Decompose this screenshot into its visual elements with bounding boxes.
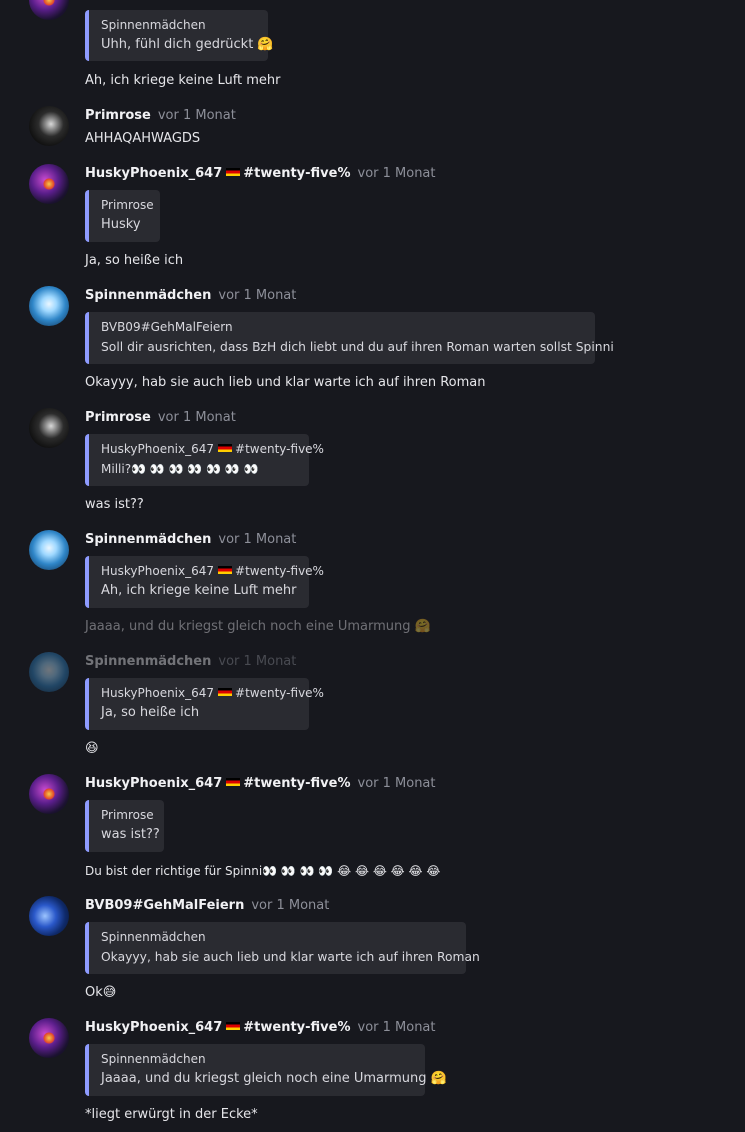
quote-author: Primrose xyxy=(101,808,154,822)
author-name[interactable]: HuskyPhoenix_647 xyxy=(85,776,222,791)
quote-author-name: HuskyPhoenix_647 xyxy=(101,442,215,456)
message-text: 😆 xyxy=(85,741,99,756)
quote-text: Ah, ich kriege keine Luft mehr xyxy=(101,583,297,598)
reply-quote[interactable]: HuskyPhoenix_647 #twenty-five% Milli?👀 👀 … xyxy=(85,434,324,486)
message-text: *liegt erwürgt in der Ecke* xyxy=(85,1107,258,1122)
message-header: Spinnenmädchen vor 1 Monat xyxy=(85,287,296,305)
quote-author-tag: #twenty-five% xyxy=(235,442,324,456)
message-text: AHHAQAHWAGDS xyxy=(85,131,201,146)
quote-author: Primrose xyxy=(101,198,154,212)
germany-flag-icon xyxy=(218,444,233,452)
quote-author-tag: #twenty-five% xyxy=(235,686,324,700)
timestamp: vor 1 Monat xyxy=(218,654,297,669)
avatar[interactable] xyxy=(29,286,69,326)
timestamp: vor 1 Monat xyxy=(218,532,297,547)
timestamp: vor 1 Monat xyxy=(218,288,297,303)
quote-author: HuskyPhoenix_647 #twenty-five% xyxy=(101,562,324,580)
avatar[interactable] xyxy=(29,164,69,204)
message-text: Du bist der richtige für Spinni👀 👀 👀 👀 😂… xyxy=(85,864,441,878)
author-name[interactable]: Spinnenmädchen xyxy=(85,288,211,303)
author-name[interactable]: HuskyPhoenix_647 xyxy=(85,166,222,181)
author-name[interactable]: HuskyPhoenix_647 xyxy=(85,1020,222,1035)
message-text: Jaaaa, und du kriegst gleich noch eine U… xyxy=(85,619,431,634)
timestamp: vor 1 Monat xyxy=(357,166,436,181)
message-header: HuskyPhoenix_647 #twenty-five% vor 1 Monat xyxy=(85,1019,436,1037)
author-name[interactable]: Primrose xyxy=(85,410,151,425)
author-tag: #twenty-five% xyxy=(243,166,351,181)
message-text: Okayyy, hab sie auch lieb und klar warte… xyxy=(85,375,486,390)
germany-flag-icon xyxy=(226,168,241,176)
quote-author: BVB09#GehMalFeiern xyxy=(101,320,233,334)
quote-text: was ist?? xyxy=(101,827,160,842)
message-header: Primrose vor 1 Monat xyxy=(85,107,236,125)
quote-text: Milli?👀 👀 👀 👀 👀 👀 👀 xyxy=(101,462,259,476)
author-tag: #twenty-five% xyxy=(243,1020,351,1035)
germany-flag-icon xyxy=(226,1022,241,1030)
avatar[interactable] xyxy=(29,106,69,146)
avatar[interactable] xyxy=(29,774,69,814)
quote-author: Spinnenmädchen xyxy=(101,18,206,32)
author-name[interactable]: Spinnenmädchen xyxy=(85,654,211,669)
germany-flag-icon xyxy=(218,688,233,696)
message-header: BVB09#GehMalFeiern vor 1 Monat xyxy=(85,897,329,915)
reply-quote[interactable]: Spinnenmädchen Uhh, fühl dich gedrückt 🤗 xyxy=(85,10,274,61)
message-header: Spinnenmädchen vor 1 Monat xyxy=(85,531,296,549)
quote-author-name: HuskyPhoenix_647 xyxy=(101,564,215,578)
quote-text: Okayyy, hab sie auch lieb und klar warte… xyxy=(101,950,480,964)
author-name[interactable]: Spinnenmädchen xyxy=(85,532,211,547)
quote-text: Husky xyxy=(101,217,141,232)
quote-author-tag: #twenty-five% xyxy=(235,564,324,578)
message-text: Ah, ich kriege keine Luft mehr xyxy=(85,73,281,88)
reply-quote[interactable]: HuskyPhoenix_647 #twenty-five% Ah, ich kr… xyxy=(85,556,324,608)
germany-flag-icon xyxy=(226,778,241,786)
message-header: HuskyPhoenix_647 #twenty-five% vor 1 Monat xyxy=(85,775,436,793)
quote-text: Ja, so heiße ich xyxy=(101,705,200,720)
quote-author: HuskyPhoenix_647 #twenty-five% xyxy=(101,684,324,702)
quote-author: Spinnenmädchen xyxy=(101,930,206,944)
message-text: Ja, so heiße ich xyxy=(85,253,184,268)
timestamp: vor 1 Monat xyxy=(357,776,436,791)
avatar[interactable] xyxy=(29,896,69,936)
author-name[interactable]: Primrose xyxy=(85,108,151,123)
quote-text: Uhh, fühl dich gedrückt 🤗 xyxy=(101,37,274,52)
message-header: Spinnenmädchen vor 1 Monat xyxy=(85,653,296,671)
reply-quote[interactable]: HuskyPhoenix_647 #twenty-five% Ja, so hei… xyxy=(85,678,324,730)
quote-text: Jaaaa, und du kriegst gleich noch eine U… xyxy=(101,1071,447,1086)
reply-quote[interactable]: Primrose Husky xyxy=(85,190,160,242)
author-tag: #twenty-five% xyxy=(243,776,351,791)
avatar[interactable] xyxy=(29,0,69,20)
message-header: Primrose vor 1 Monat xyxy=(85,409,236,427)
timestamp: vor 1 Monat xyxy=(157,410,236,425)
timestamp: vor 1 Monat xyxy=(157,108,236,123)
author-name[interactable]: BVB09#GehMalFeiern xyxy=(85,898,244,913)
reply-quote[interactable]: BVB09#GehMalFeiern Soll dir ausrichten, … xyxy=(85,312,614,364)
message-text: Ok😅 xyxy=(85,985,117,1000)
quote-text: Soll dir ausrichten, dass BzH dich liebt… xyxy=(101,340,614,354)
avatar[interactable] xyxy=(29,1018,69,1058)
avatar[interactable] xyxy=(29,408,69,448)
reply-quote[interactable]: Spinnenmädchen Okayyy, hab sie auch lieb… xyxy=(85,922,480,974)
timestamp: vor 1 Monat xyxy=(357,1020,436,1035)
avatar[interactable] xyxy=(29,652,69,692)
quote-author-name: HuskyPhoenix_647 xyxy=(101,686,215,700)
message-text: was ist?? xyxy=(85,497,144,512)
timestamp: vor 1 Monat xyxy=(251,898,330,913)
reply-quote[interactable]: Spinnenmädchen Jaaaa, und du kriegst gle… xyxy=(85,1044,447,1096)
reply-quote[interactable]: Primrose was ist?? xyxy=(85,800,164,852)
avatar[interactable] xyxy=(29,530,69,570)
message-header: HuskyPhoenix_647 #twenty-five% vor 1 Monat xyxy=(85,165,436,183)
germany-flag-icon xyxy=(218,566,233,574)
quote-author: HuskyPhoenix_647 #twenty-five% xyxy=(101,440,324,458)
quote-author: Spinnenmädchen xyxy=(101,1052,206,1066)
